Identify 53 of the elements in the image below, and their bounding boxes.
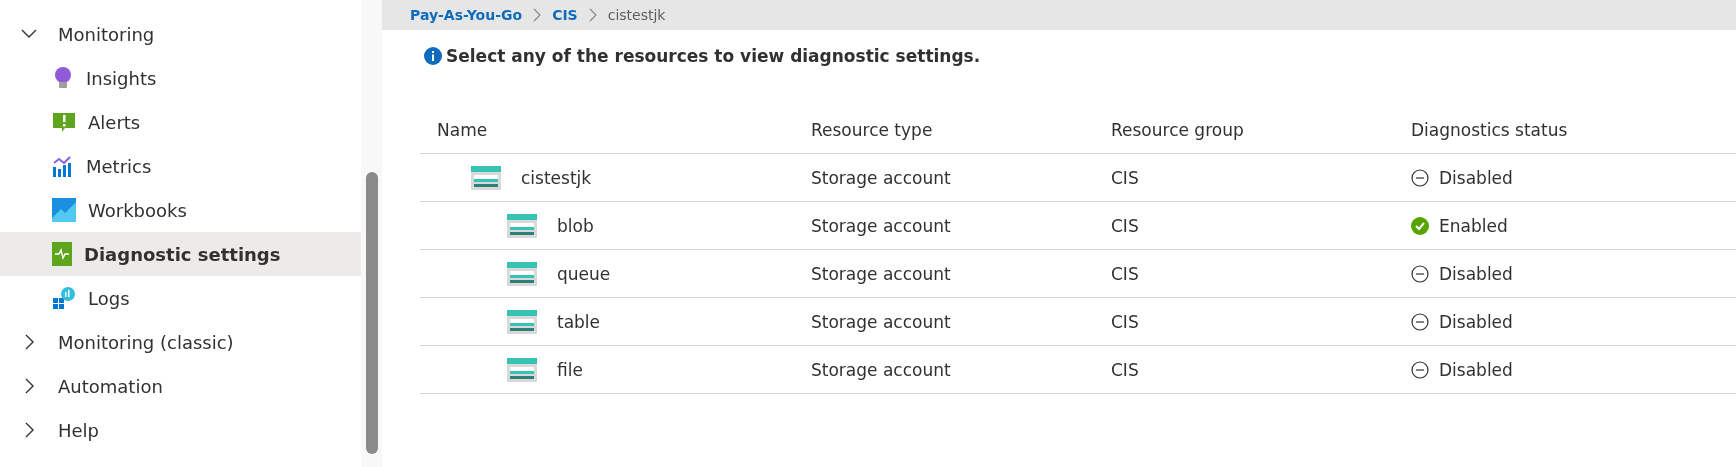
status-text: Enabled [1439,215,1508,236]
table-cell-text: Storage account [810,311,952,332]
chevron-right-icon [532,8,543,22]
column-header: Resource type [810,119,934,140]
table-cell-text: CIS [1110,359,1140,380]
sidebar-item[interactable]: Diagnostic settings [0,232,362,276]
table-cell-text: Storage account [810,359,952,380]
status-text: Disabled [1439,311,1513,332]
bar-chart-icon [52,155,74,177]
sidebar-group[interactable]: Monitoring [0,12,362,56]
column-header: Diagnostics status [1410,119,1569,140]
breadcrumb-link[interactable]: Pay-As-You-Go [410,7,523,23]
info-icon [424,47,442,65]
status-text: Disabled [1439,167,1513,188]
info-message: Select any of the resources to view diagnostic settings. [446,46,981,66]
table-cell-text: CIS [1110,311,1140,332]
table-cell-text: CIS [1110,263,1140,284]
chart-icon [52,198,76,222]
status-text: Disabled [1439,263,1513,284]
storage-icon [507,213,537,238]
lightbulb-icon [52,66,74,90]
alert-icon [52,111,76,133]
table-cell-text: Storage account [810,167,952,188]
diagnostic-icon [52,242,72,266]
resource-name[interactable]: blob [557,215,594,236]
chevron-right-icon [587,8,598,22]
storage-icon [507,357,537,382]
sidebar-item[interactable]: Logs [0,276,362,320]
table-cell-text: CIS [1110,167,1140,188]
table-cell-text: Storage account [810,263,952,284]
sidebar-group[interactable]: Monitoring (classic) [0,320,362,364]
sidebar-item[interactable]: Workbooks [0,188,362,232]
resource-name[interactable]: table [557,311,601,332]
status-text: Disabled [1439,359,1513,380]
storage-icon [507,309,537,334]
resource-name[interactable]: queue [557,263,611,284]
breadcrumb-current: cistestjk [607,7,666,23]
column-header: Name [436,119,489,140]
storage-icon [507,261,537,286]
logs-icon [52,286,76,310]
storage-icon [471,165,501,190]
column-header: Resource group [1110,119,1245,140]
sidebar-item[interactable]: Metrics [0,144,362,188]
sidebar-item[interactable]: Insights [0,56,362,100]
resource-name[interactable]: file [557,359,583,380]
sidebar-item[interactable]: Alerts [0,100,362,144]
table-cell-text: Storage account [810,215,952,236]
table-cell-text: CIS [1110,215,1140,236]
scrollbar[interactable] [361,0,382,467]
sidebar-group[interactable]: Automation [0,364,362,408]
resource-name[interactable]: cistestjk [521,167,592,188]
breadcrumb-link[interactable]: CIS [552,7,578,23]
sidebar-group[interactable]: Help [0,408,362,452]
